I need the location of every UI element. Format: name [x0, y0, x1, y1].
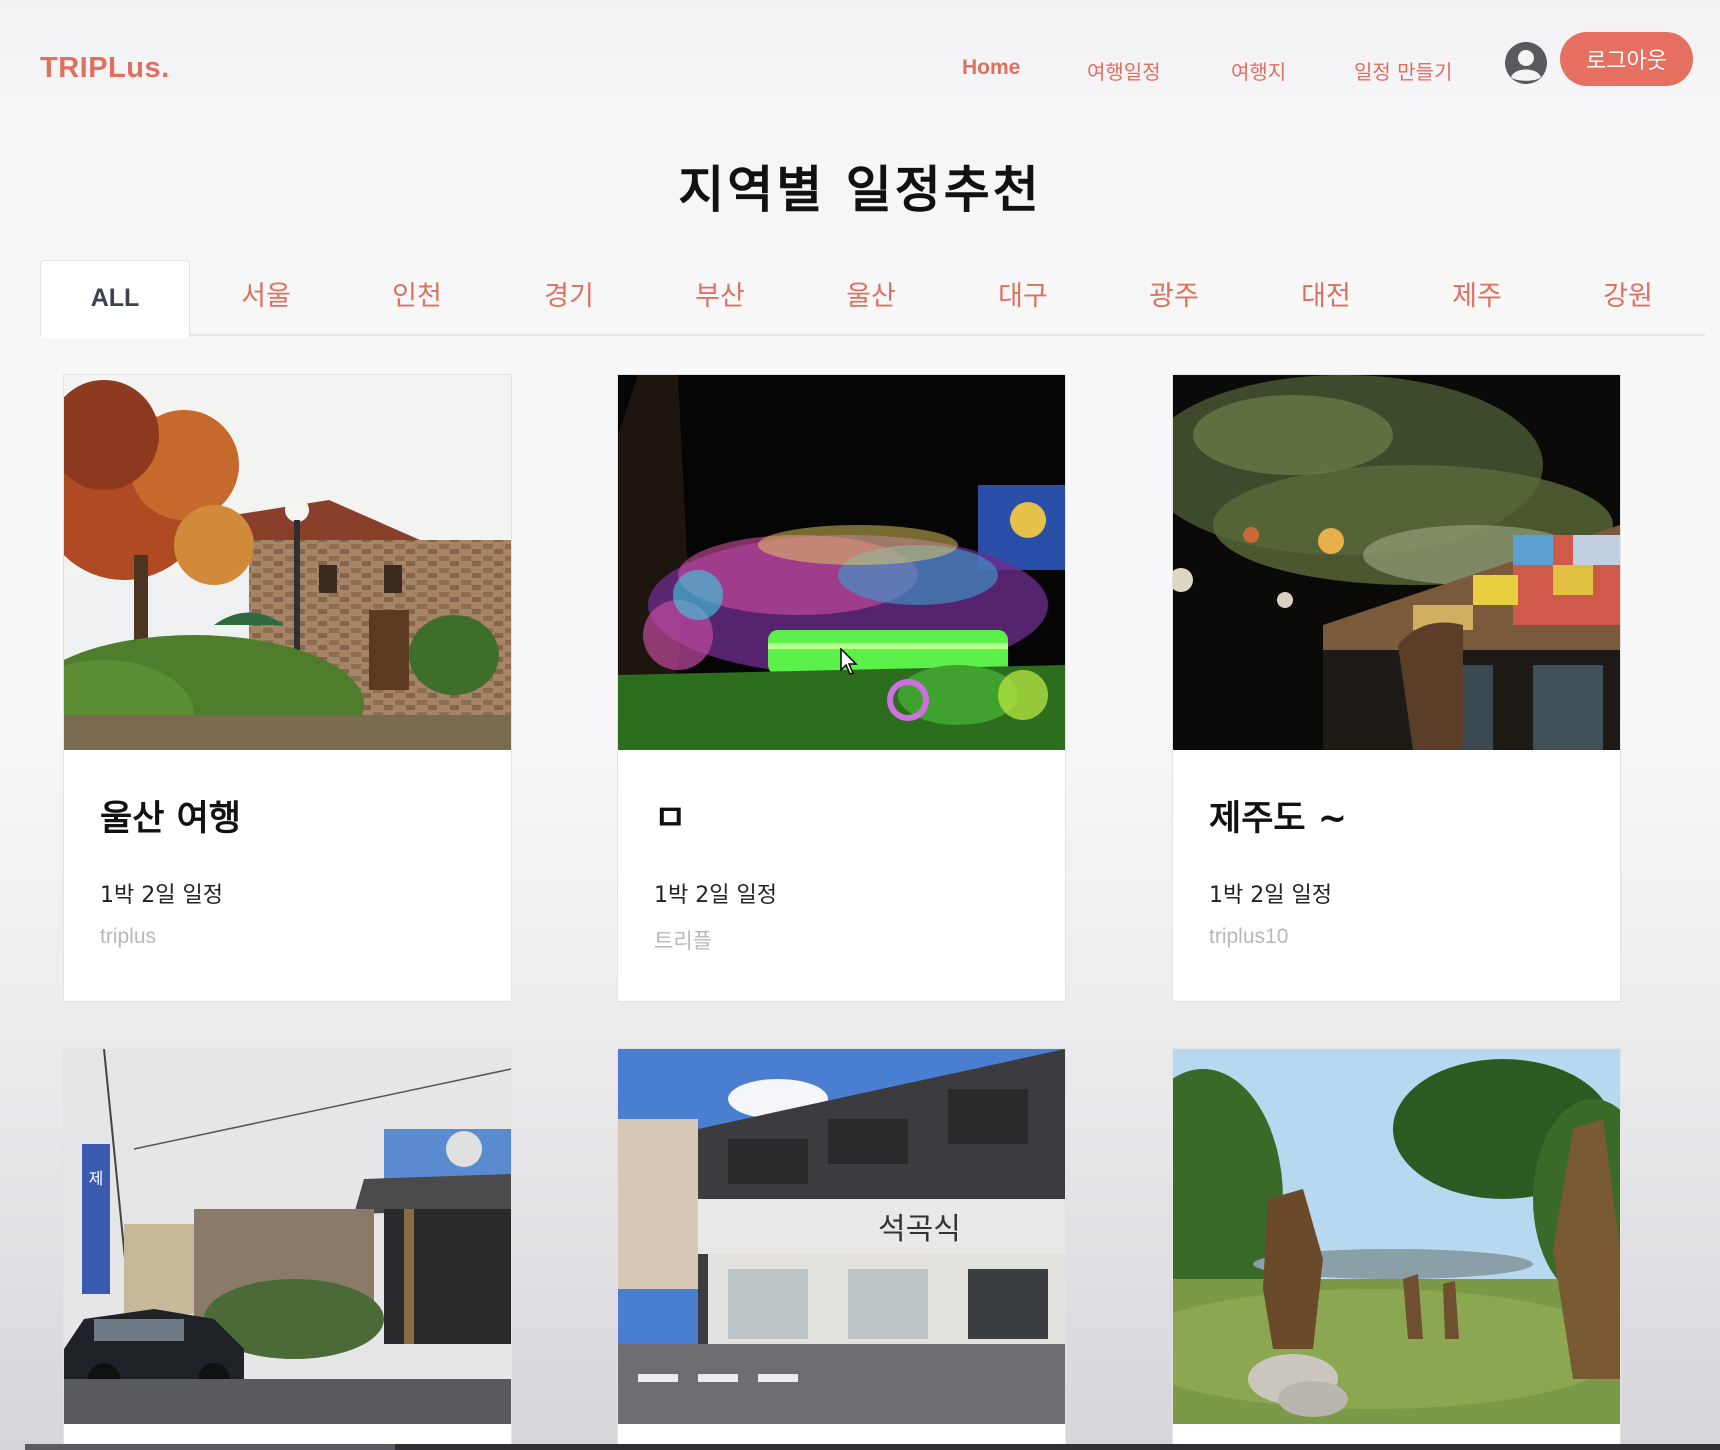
itinerary-card[interactable]: ㅁ 1박 2일 일정 트리플 [617, 374, 1066, 1002]
tab-seoul[interactable]: 서울 [191, 260, 341, 336]
tab-incheon[interactable]: 인천 [342, 260, 492, 336]
page-title: 지역별 일정추천 [678, 161, 1042, 219]
scrollbar-thumb[interactable] [25, 1444, 395, 1450]
card-title: ㅁ [654, 799, 687, 839]
card-duration: 1박 2일 일정 [100, 883, 223, 908]
nav-create-plan[interactable]: 일정 만들기 [1354, 56, 1452, 85]
card-image [1173, 375, 1620, 750]
stone-house-autumn-photo [64, 375, 511, 750]
nav-itinerary[interactable]: 여행일정 [1087, 56, 1161, 85]
tab-gangwon[interactable]: 강원 [1553, 260, 1703, 336]
tab-daejeon[interactable]: 대전 [1251, 260, 1401, 336]
itinerary-card[interactable] [1172, 1048, 1621, 1450]
card-title: 울산 여행 [100, 799, 241, 839]
night-light-garden-photo [618, 375, 1065, 750]
user-circle-icon [1505, 42, 1547, 84]
mouse-cursor-icon [840, 648, 858, 675]
region-tabs: ALL 서울 인천 경기 부산 울산 대구 광주 대전 제주 강원 [40, 260, 1705, 338]
tab-gwangju[interactable]: 광주 [1099, 260, 1249, 336]
card-author: triplus [100, 925, 157, 948]
user-avatar-icon[interactable] [1505, 42, 1547, 84]
warrior-statues-park-photo [1173, 1049, 1620, 1424]
card-image [618, 375, 1065, 750]
tab-daegu[interactable]: 대구 [948, 260, 1098, 336]
card-image: 석곡식 [618, 1049, 1065, 1424]
night-tree-lanterns-photo [1173, 375, 1620, 750]
restaurant-street-photo: 제 [64, 1049, 511, 1424]
itinerary-card[interactable]: 제주도 ~ 1박 2일 일정 triplus10 [1172, 374, 1621, 1002]
tab-ulsan[interactable]: 울산 [796, 260, 946, 336]
nav-home[interactable]: Home [962, 56, 1020, 80]
card-duration: 1박 2일 일정 [654, 883, 777, 908]
card-image [1173, 1049, 1620, 1424]
itinerary-card[interactable]: 제 [63, 1048, 512, 1450]
top-navbar: TRIPLus. Home 여행일정 여행지 일정 만들기 로그아웃 [0, 0, 1720, 130]
tab-all[interactable]: ALL [40, 260, 190, 338]
horizontal-scrollbar[interactable] [25, 1444, 1720, 1450]
nav-destination[interactable]: 여행지 [1231, 56, 1286, 85]
itinerary-card[interactable]: 울산 여행 1박 2일 일정 triplus [63, 374, 512, 1002]
itinerary-card[interactable]: 석곡식 [617, 1048, 1066, 1450]
card-title: 제주도 ~ [1209, 799, 1348, 839]
tab-busan[interactable]: 부산 [645, 260, 795, 336]
card-author: 트리플 [654, 930, 712, 953]
card-image: 제 [64, 1049, 511, 1424]
tab-jeju[interactable]: 제주 [1402, 260, 1552, 336]
logout-button[interactable]: 로그아웃 [1560, 32, 1693, 86]
tab-gyeonggi[interactable]: 경기 [494, 260, 644, 336]
two-story-building-photo: 석곡식 [618, 1049, 1065, 1424]
page: TRIPLus. Home 여행일정 여행지 일정 만들기 로그아웃 지역별 일… [0, 0, 1720, 1450]
svg-text:석곡식: 석곡식 [878, 1212, 961, 1247]
card-image [64, 375, 511, 750]
svg-text:제: 제 [89, 1169, 104, 1188]
card-author: triplus10 [1209, 925, 1289, 948]
logo[interactable]: TRIPLus. [40, 52, 170, 85]
card-duration: 1박 2일 일정 [1209, 883, 1332, 908]
